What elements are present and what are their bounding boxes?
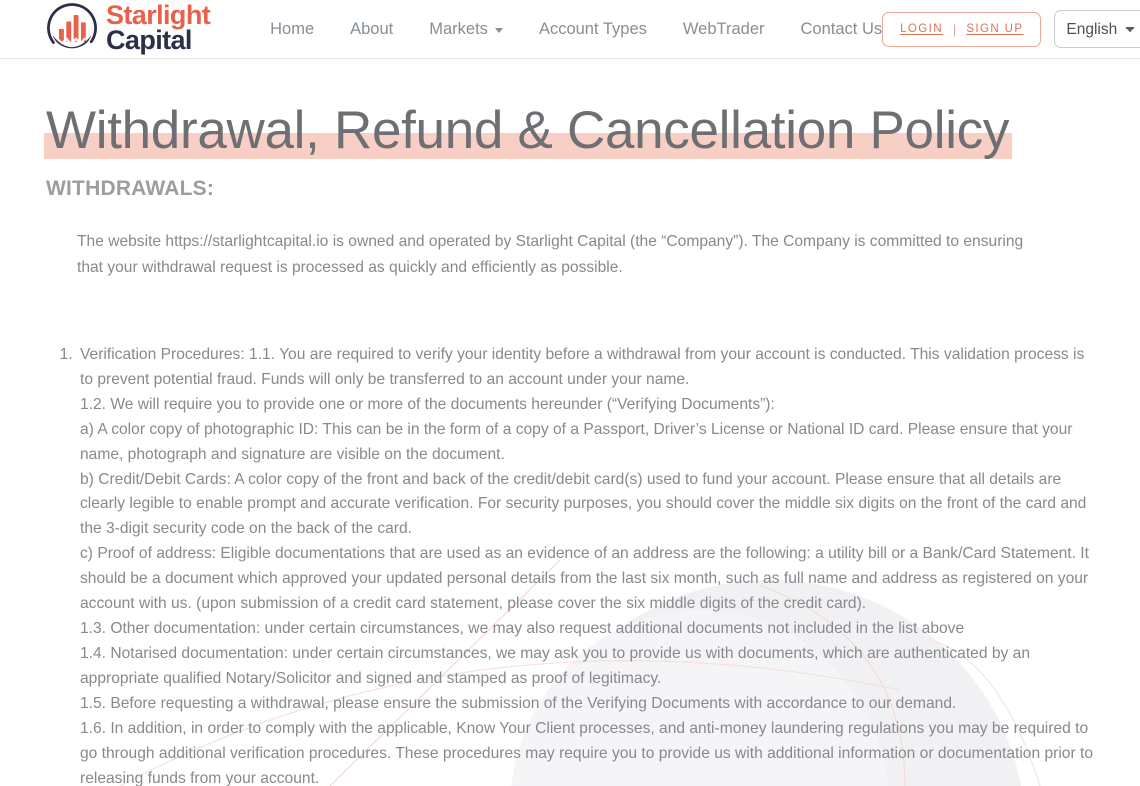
brand-name-bottom: Capital bbox=[106, 25, 192, 55]
nav-item-about[interactable]: About bbox=[350, 20, 393, 39]
list-item: Verification Procedures: 1.1. You are re… bbox=[77, 343, 1094, 786]
nav-item-markets-label: Markets bbox=[429, 19, 488, 38]
brand-wordmark: Starlight Capital bbox=[106, 1, 211, 55]
intro-paragraph: The website https://starlightcapital.io … bbox=[77, 233, 1024, 276]
starlight-capital-logo-icon bbox=[47, 3, 97, 53]
auth-separator: | bbox=[952, 21, 957, 37]
page-title-text: Withdrawal, Refund & Cancellation Policy bbox=[43, 101, 1013, 160]
brand-logo-link[interactable]: Starlight Capital bbox=[46, 1, 211, 55]
policy-paragraph-8: 1.5. Before requesting a withdrawal, ple… bbox=[80, 694, 957, 712]
policy-paragraph-3: a) A color copy of photographic ID: This… bbox=[80, 420, 1073, 463]
policy-paragraph-2: 1.2. We will require you to provide one … bbox=[80, 395, 775, 413]
policy-paragraph-7: 1.4. Notarised documentation: under cert… bbox=[80, 645, 1030, 688]
policy-paragraph-1: Verification Procedures: 1.1. You are re… bbox=[80, 345, 1085, 388]
nav-item-account-types[interactable]: Account Types bbox=[539, 20, 647, 39]
login-button[interactable]: LOGIN bbox=[900, 23, 943, 35]
policy-paragraph-5: c) Proof of address: Eligible documentat… bbox=[80, 545, 1089, 613]
header-actions: LOGIN | SIGN UP English bbox=[882, 10, 1140, 48]
chevron-down-icon bbox=[494, 27, 503, 33]
nav-item-home[interactable]: Home bbox=[270, 20, 314, 39]
nav-item-about-label: About bbox=[350, 19, 394, 38]
signup-button[interactable]: SIGN UP bbox=[966, 23, 1023, 35]
section-heading-withdrawals: WITHDRAWALS: bbox=[46, 177, 215, 201]
policy-paragraph-6: 1.3. Other documentation: under certain … bbox=[80, 620, 965, 638]
page-content: Withdrawal, Refund & Cancellation Policy… bbox=[0, 59, 1140, 786]
auth-buttons-group: LOGIN | SIGN UP bbox=[882, 11, 1042, 47]
site-header: Starlight Capital Home About Markets Acc… bbox=[0, 0, 1140, 59]
nav-item-contact-us[interactable]: Contact Us bbox=[801, 20, 883, 39]
nav-item-contact-us-label: Contact Us bbox=[800, 19, 883, 38]
nav-item-webtrader-label: WebTrader bbox=[682, 19, 765, 38]
page-title: Withdrawal, Refund & Cancellation Policy bbox=[43, 59, 1013, 160]
policy-list: Verification Procedures: 1.1. You are re… bbox=[46, 343, 1094, 786]
nav-item-webtrader[interactable]: WebTrader bbox=[683, 20, 765, 39]
nav-item-account-types-label: Account Types bbox=[538, 19, 647, 38]
policy-paragraph-9: 1.6. In addition, in order to comply wit… bbox=[80, 719, 1094, 786]
main-navigation: Home About Markets Account Types WebTrad… bbox=[270, 20, 882, 39]
language-selector[interactable]: English bbox=[1054, 10, 1140, 48]
policy-paragraph-4: b) Credit/Debit Cards: A color copy of t… bbox=[80, 470, 1087, 538]
nav-item-markets[interactable]: Markets bbox=[429, 20, 503, 39]
nav-item-home-label: Home bbox=[270, 19, 315, 38]
